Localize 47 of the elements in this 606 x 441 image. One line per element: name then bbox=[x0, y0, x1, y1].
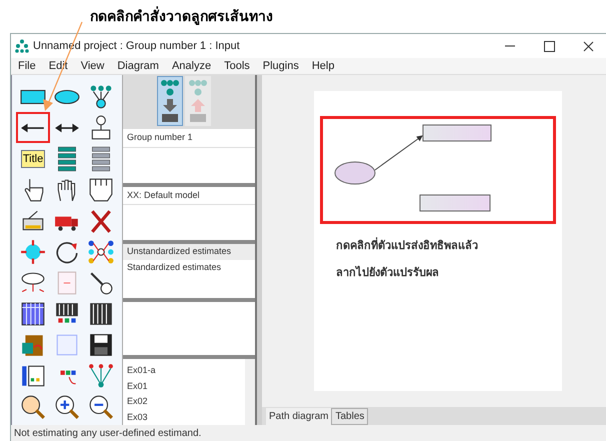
bars-icon bbox=[88, 300, 114, 326]
matrix-icon bbox=[20, 362, 46, 388]
instruction-text: ลากไปยังตัวแปรรับผล bbox=[336, 264, 440, 280]
path-arrow bbox=[374, 135, 423, 170]
tool-button[interactable] bbox=[86, 238, 116, 265]
title-icon: Title bbox=[20, 150, 46, 168]
maximize-icon[interactable] bbox=[544, 40, 555, 52]
zoom-icon bbox=[20, 394, 46, 420]
menu-item[interactable]: Tools bbox=[224, 58, 250, 74]
tree-icon bbox=[88, 84, 114, 110]
tree-icon bbox=[88, 362, 114, 388]
instruction-text: กดคลิกที่ตัวแปรส่งอิทธิพลแล้ว bbox=[336, 238, 562, 254]
close-icon[interactable] bbox=[583, 40, 594, 52]
menu-item[interactable]: View bbox=[80, 58, 104, 74]
move-icon bbox=[20, 238, 46, 264]
dataset-name[interactable]: Ex02 bbox=[123, 394, 245, 410]
diagram-up-arrow-icon bbox=[187, 79, 209, 123]
estimates-item[interactable]: Unstandardized estimates bbox=[123, 244, 255, 260]
menu-item[interactable]: Analyze bbox=[172, 58, 212, 74]
dataset-name[interactable]: Ex03 bbox=[123, 410, 245, 426]
page-icon bbox=[54, 332, 80, 358]
observed-variable bbox=[420, 194, 490, 212]
delete-icon bbox=[88, 208, 114, 234]
splitter[interactable] bbox=[255, 75, 262, 425]
menu-item[interactable]: Help bbox=[312, 58, 334, 74]
dataset-name[interactable]: Ex01-a bbox=[123, 363, 245, 379]
tab[interactable]: Tables bbox=[331, 408, 368, 425]
app-icon bbox=[15, 39, 29, 53]
menu-item[interactable]: File bbox=[18, 58, 36, 74]
zoom-in-icon bbox=[54, 394, 80, 420]
zoom-out-icon bbox=[88, 394, 114, 420]
latent-variable bbox=[334, 162, 376, 184]
status-text: Not estimating any user-defined estimand. bbox=[14, 426, 202, 440]
dataset-name[interactable]: Ex01 bbox=[123, 378, 245, 394]
tool-button[interactable]: Title bbox=[18, 145, 48, 172]
observed-variable bbox=[422, 124, 492, 142]
network-icon bbox=[88, 238, 114, 264]
menu-item[interactable]: Diagram bbox=[117, 58, 159, 74]
menu-item[interactable]: Plugins bbox=[262, 58, 299, 74]
diagram-down-arrow-icon bbox=[159, 79, 181, 123]
table-icon bbox=[20, 300, 46, 326]
view-toggle-button[interactable] bbox=[157, 76, 183, 126]
tab[interactable]: Path diagram bbox=[266, 408, 332, 425]
tool-button[interactable] bbox=[18, 114, 48, 141]
annotation-text: กดคลิกคำสั่งวาดลูกศรเส้นทาง bbox=[90, 6, 273, 27]
view-toggle-button[interactable] bbox=[185, 76, 211, 126]
scrollbar[interactable] bbox=[245, 359, 255, 426]
